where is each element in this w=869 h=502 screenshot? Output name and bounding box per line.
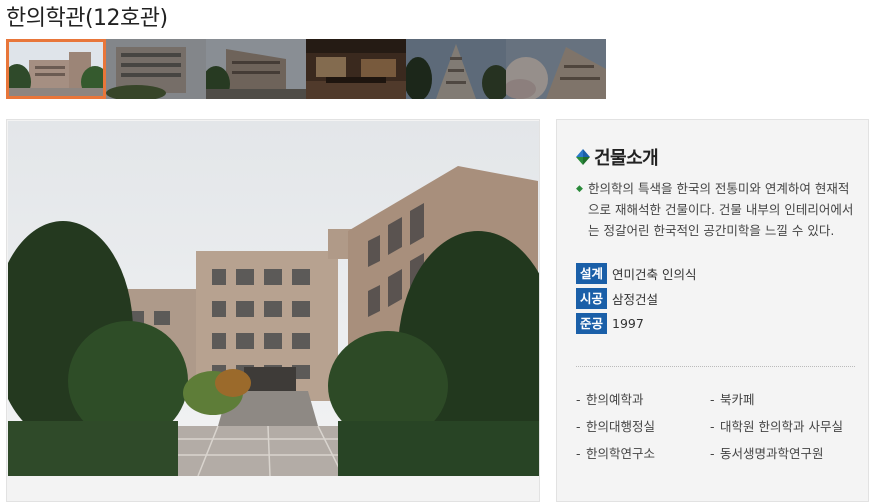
fact-label: 설계 [576,262,608,284]
divider [576,366,855,367]
facility-item: - 동서생명과학연구원 [710,446,824,461]
description-text: 한의학의 특색을 한국의 전통미와 연계하여 현재적으로 재해석한 건물이다. … [588,181,854,238]
thumbnail-6[interactable] [506,39,606,99]
thumbnail-3[interactable] [206,39,306,99]
main-photo-frame [6,119,540,502]
thumbnail-strip [6,39,606,99]
thumbnail-image [9,42,103,96]
building-description: ◆ 한의학의 특색을 한국의 전통미와 연계하여 현재적으로 재해석한 건물이다… [576,178,858,241]
facility-label: 한의예학과 [586,392,644,407]
facility-label: 북카페 [720,392,755,407]
thumbnail-1[interactable] [6,39,106,99]
facility-item: - 한의대행정실 [576,419,656,434]
facility-item: - 한의학연구소 [576,446,656,461]
fact-value: 연미건축 인의식 [612,266,697,282]
fact-value: 1997 [612,315,644,331]
info-heading-label: 건물소개 [594,148,659,169]
building-photo [8,121,539,476]
fact-label: 시공 [576,287,608,309]
bullet-icon: ◆ [576,184,583,194]
facility-item: - 한의예학과 [576,392,644,407]
facility-item: - 북카페 [710,392,755,407]
thumbnail-2[interactable] [106,39,206,99]
thumbnail-5[interactable] [406,39,506,99]
building-photo-image [8,121,539,476]
thumbnail-4[interactable] [306,39,406,99]
fact-value: 삼정건설 [612,291,659,307]
info-heading: 건물소개 [576,144,659,170]
facility-label: 대학원 한의학과 사무실 [720,419,843,434]
fact-design: 설계 연미건축 인의식 [576,262,697,284]
facility-label: 한의대행정실 [586,419,656,434]
fact-completion: 준공 1997 [576,312,697,334]
building-facts: 설계 연미건축 인의식 시공 삼정건설 준공 1997 [576,262,697,337]
fact-label: 준공 [576,312,608,334]
facility-list: - 한의예학과 - 북카페 - 한의대행정실 - 대학원 한의학과 사무실 - 한의학연구… [576,390,861,463]
facility-label: 한의학연구소 [586,446,656,461]
page-title: 한의학관(12호관) [6,6,168,31]
facility-label: 동서생명과학연구원 [720,446,824,461]
facility-item: - 대학원 한의학과 사무실 [710,419,843,434]
diamond-icon [576,149,590,165]
fact-construction: 시공 삼정건설 [576,287,697,309]
building-info-panel: 건물소개 ◆ 한의학의 특색을 한국의 전통미와 연계하여 현재적으로 재해석한… [556,119,869,502]
